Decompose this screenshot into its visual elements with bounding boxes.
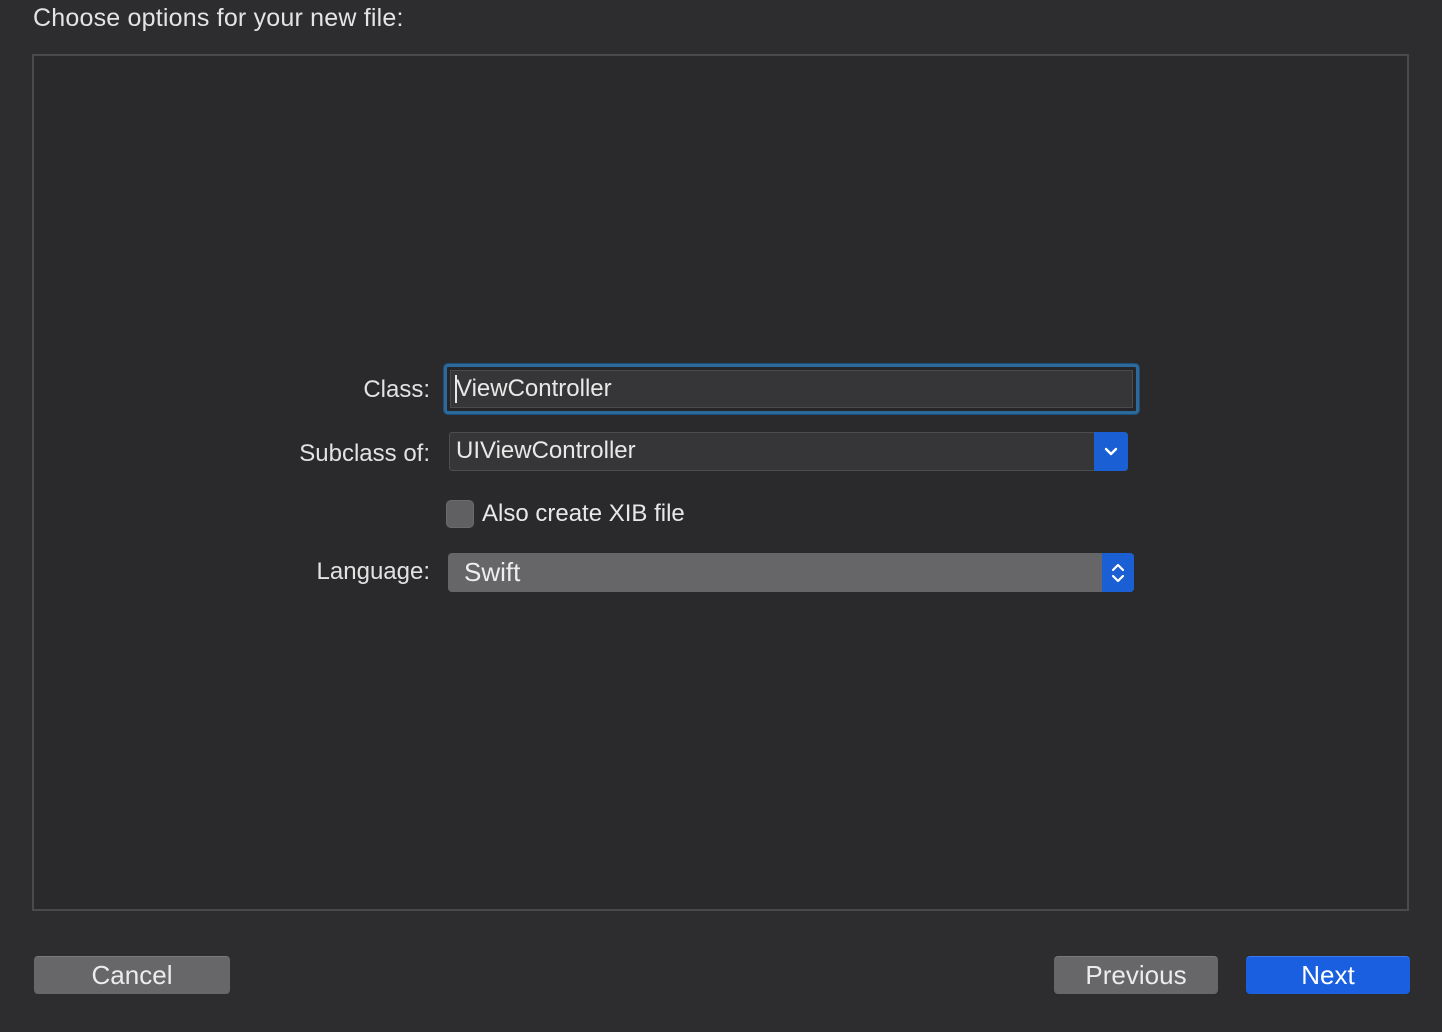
class-name-field[interactable]: ViewController: [444, 364, 1139, 414]
subclass-value: UIViewController: [456, 437, 636, 464]
next-button[interactable]: Next: [1246, 956, 1410, 994]
chevron-down-icon: [1104, 447, 1118, 455]
subclass-dropdown-button[interactable]: [1094, 432, 1128, 471]
xib-checkbox[interactable]: [446, 500, 474, 528]
up-down-chevron-icon: [1111, 563, 1125, 582]
class-label: Class:: [363, 376, 430, 403]
text-caret: [455, 375, 457, 403]
cancel-button[interactable]: Cancel: [34, 956, 230, 994]
xib-checkbox-label[interactable]: Also create XIB file: [482, 500, 685, 528]
options-panel: [32, 54, 1409, 911]
class-name-value: ViewController: [456, 375, 612, 402]
previous-button[interactable]: Previous: [1054, 956, 1218, 994]
language-value: Swift: [464, 557, 521, 587]
language-popup-arrows[interactable]: [1102, 553, 1134, 592]
subclass-label: Subclass of:: [299, 440, 430, 467]
language-popup-button[interactable]: Swift: [448, 553, 1134, 592]
language-label: Language:: [316, 558, 430, 585]
dialog-heading: Choose options for your new file:: [33, 4, 404, 32]
subclass-combo-box[interactable]: UIViewController: [449, 432, 1128, 471]
